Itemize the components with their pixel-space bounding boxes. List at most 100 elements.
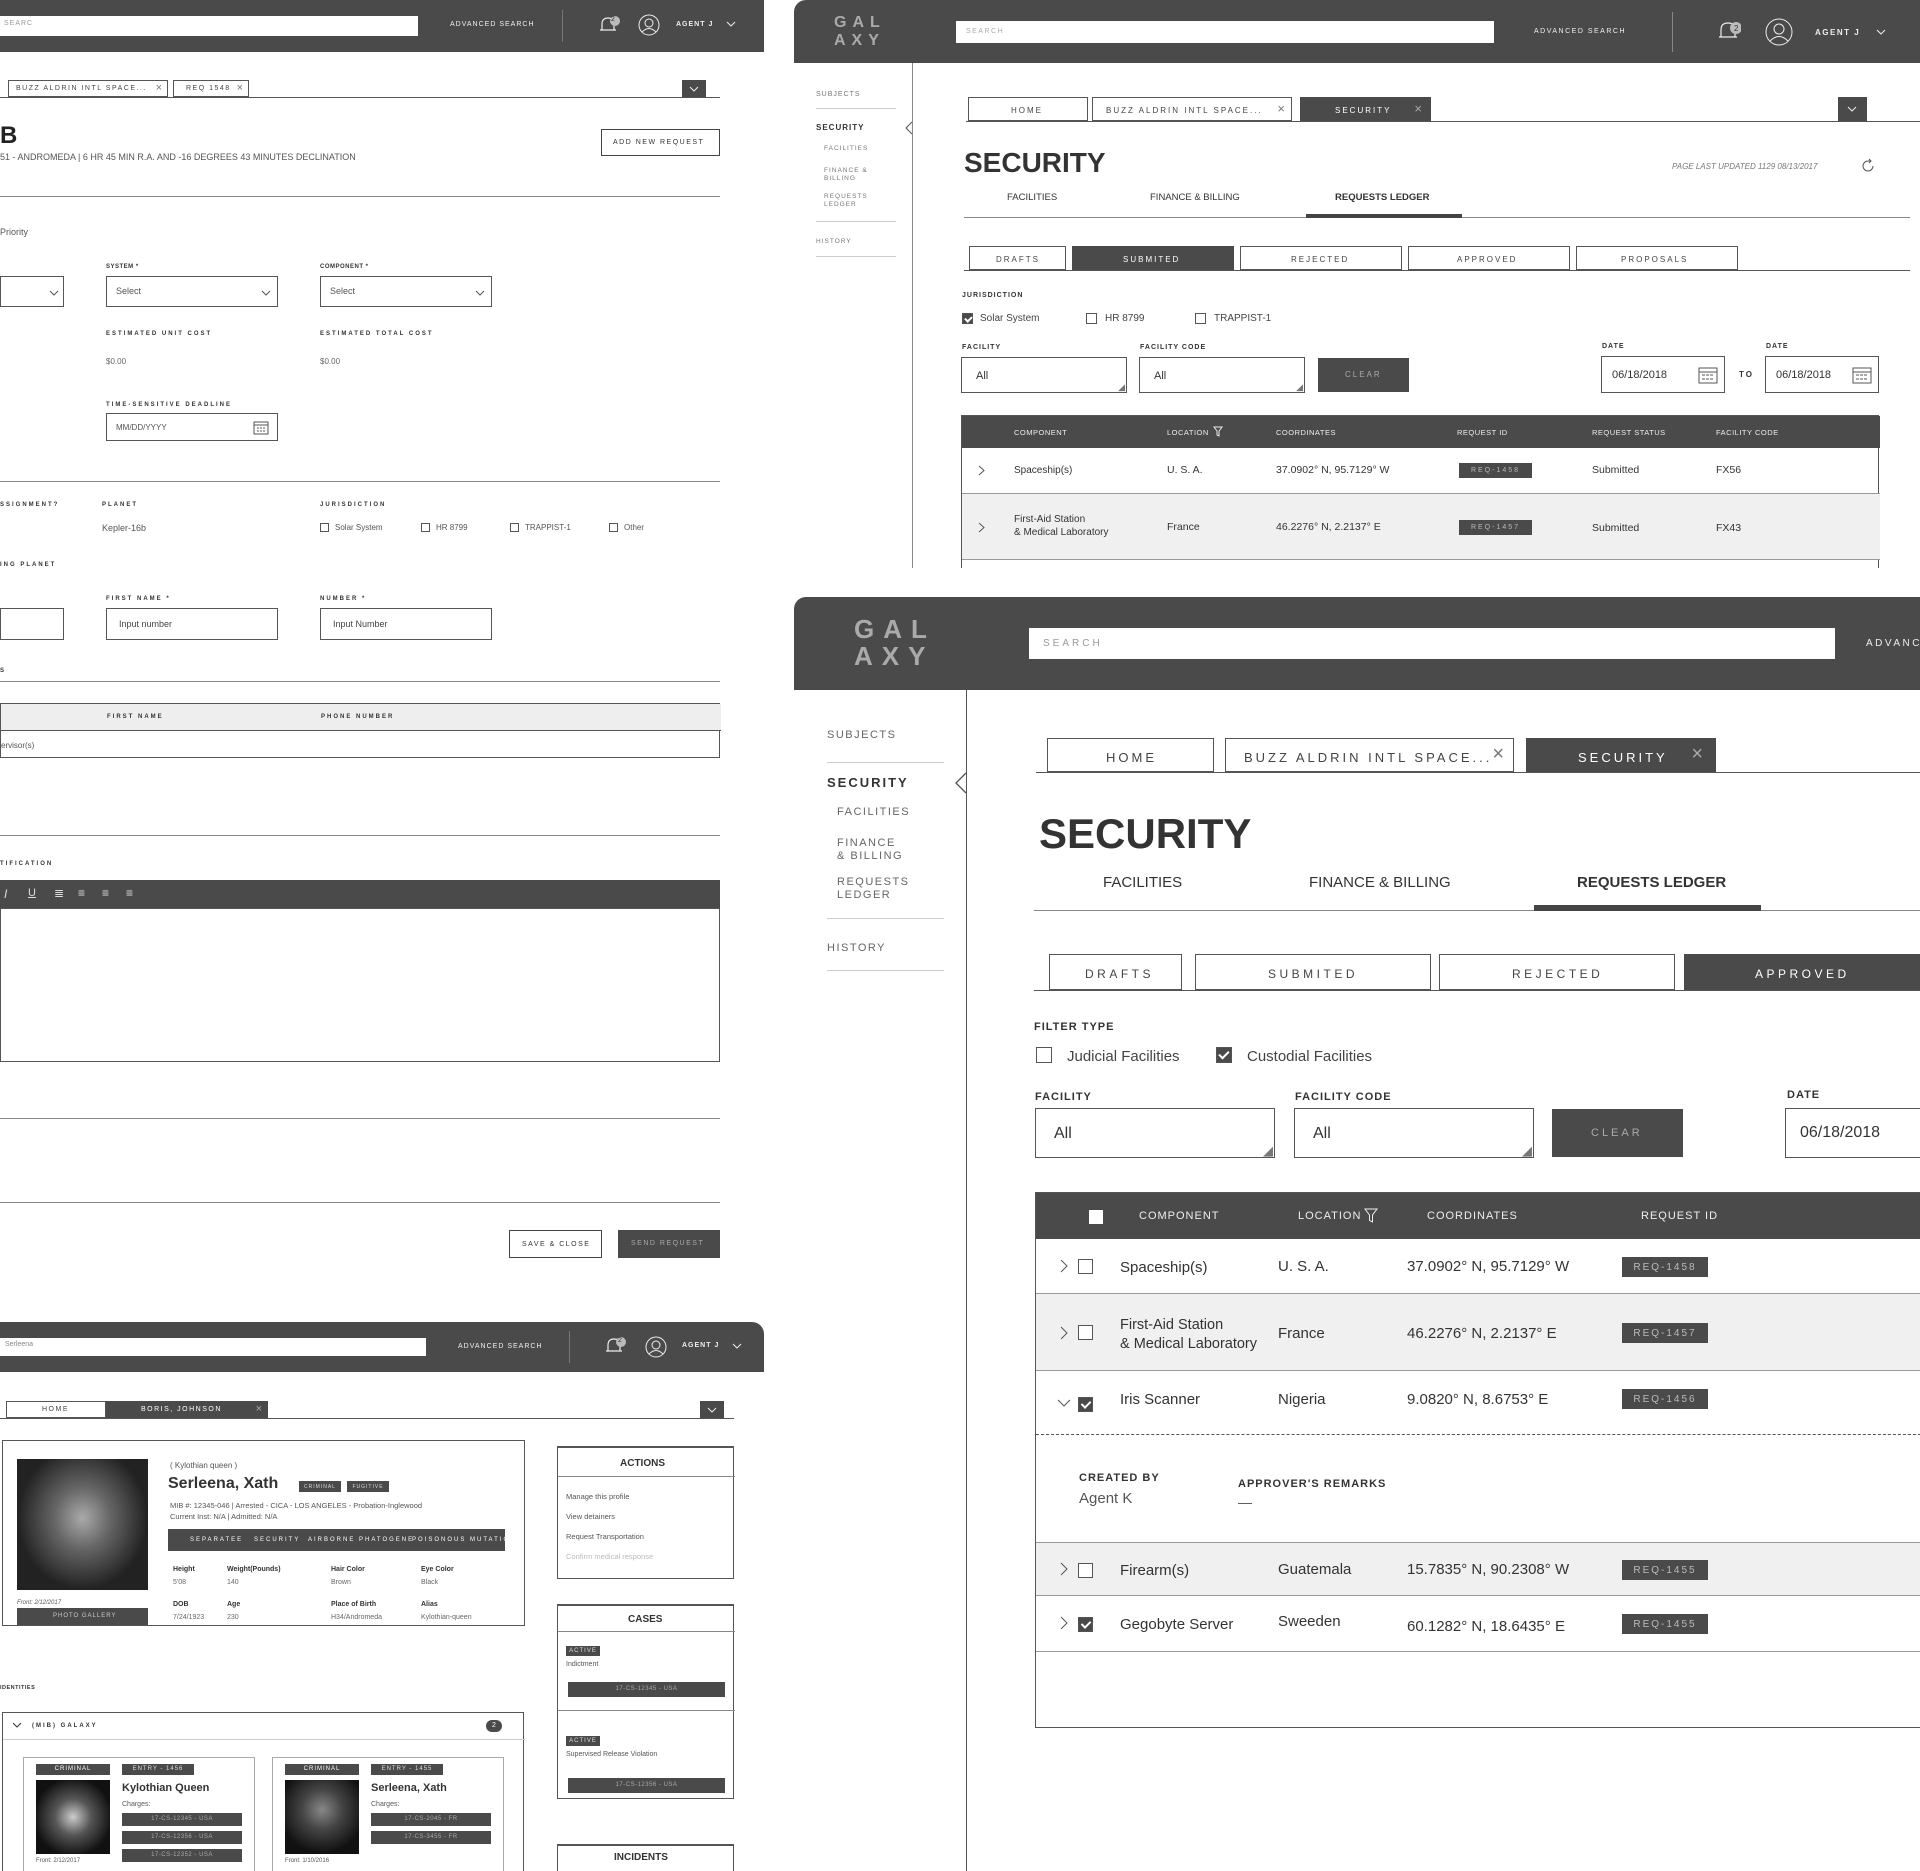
table-row[interactable]: Firearm(s) Guatemala 15.7835° N, 90.2308…: [1036, 1543, 1920, 1596]
save-close-button[interactable]: SAVE & CLOSE: [509, 1230, 602, 1258]
charge-code[interactable]: 17-CS-2045 - FR: [371, 1813, 491, 1826]
chevron-down-icon[interactable]: [12, 1722, 22, 1728]
tab-proposals[interactable]: PROPOSALS: [1576, 246, 1738, 270]
facility-input[interactable]: All ◢: [1035, 1108, 1275, 1158]
align-center-icon[interactable]: ≡: [102, 886, 109, 900]
deadline-input[interactable]: MM/DD/YYYY: [106, 413, 278, 441]
tab-req-1548[interactable]: REQ 1548 ×: [173, 80, 249, 97]
action-request-transport[interactable]: Request Transportation: [566, 1532, 644, 1541]
user-avatar-icon[interactable]: [645, 1336, 667, 1358]
filter-icon[interactable]: [1364, 1208, 1378, 1223]
tab-home[interactable]: HOME: [968, 97, 1088, 121]
calendar-icon[interactable]: [253, 420, 269, 435]
request-id-badge[interactable]: REQ-1458: [1459, 463, 1532, 478]
chevron-down-icon[interactable]: [726, 21, 736, 27]
search-input[interactable]: SEARCH: [1029, 628, 1835, 659]
charge-code[interactable]: 17-CS-12356 - USA: [122, 1831, 242, 1844]
component-select[interactable]: Select: [320, 276, 492, 307]
advanced-search-link[interactable]: ADVANCED SEARCH: [1534, 28, 1626, 35]
chevron-right-icon[interactable]: [1060, 1562, 1068, 1576]
table-row[interactable]: Gegobyte Server Sweeden 60.1282° N, 18.6…: [1036, 1596, 1920, 1652]
bell-icon[interactable]: [604, 1337, 626, 1355]
italic-icon[interactable]: I: [4, 887, 7, 901]
chevron-right-icon[interactable]: [978, 522, 985, 533]
tab-security[interactable]: SECURITY ×: [1300, 97, 1431, 121]
table-row[interactable]: Spaceship(s) U. S. A. 37.0902° N, 95.712…: [1036, 1239, 1920, 1294]
sidebar-item-requests-ledger[interactable]: REQUESTS LEDGER: [837, 876, 917, 902]
date-from-input[interactable]: 06/18/2018: [1601, 356, 1725, 393]
checkbox-hr-8799[interactable]: [421, 523, 430, 532]
sidebar-item-finance[interactable]: FINANCE & BILLING: [824, 167, 874, 183]
row-checkbox[interactable]: [1078, 1325, 1093, 1340]
system-select[interactable]: Select: [106, 276, 278, 307]
tab-overflow-button[interactable]: [682, 80, 706, 97]
case-code[interactable]: 17-CS-12345 - USA: [568, 1682, 725, 1697]
add-new-request-button[interactable]: ADD NEW REQUEST: [601, 129, 720, 156]
advanced-search-link[interactable]: ADVANC: [1866, 638, 1920, 649]
checkbox-custodial-facilities[interactable]: [1216, 1047, 1232, 1063]
search-input[interactable]: SEARCH: [956, 21, 1494, 43]
advanced-search-link[interactable]: ADVANCED SEARCH: [450, 21, 535, 28]
row-checkbox[interactable]: [1078, 1397, 1093, 1412]
checkbox-other[interactable]: [609, 523, 618, 532]
close-icon[interactable]: ×: [1414, 101, 1422, 116]
search-input[interactable]: Serleena: [0, 1338, 426, 1356]
action-confirm-medical[interactable]: Confirm medical response: [566, 1552, 653, 1561]
tab-security[interactable]: SECURITY ×: [1526, 738, 1716, 772]
close-icon[interactable]: ×: [1277, 101, 1285, 116]
sidebar-item-history[interactable]: HISTORY: [816, 238, 852, 245]
request-id-badge[interactable]: REQ-1457: [1622, 1323, 1708, 1343]
table-row[interactable]: First-Aid Station & Medical Laboratory F…: [962, 494, 1880, 560]
priority-select[interactable]: [0, 276, 64, 307]
subtab-requests-ledger[interactable]: REQUESTS LEDGER: [1335, 192, 1430, 203]
tab-submited[interactable]: SUBMITED: [1195, 954, 1431, 990]
clear-button[interactable]: CLEAR: [1318, 358, 1409, 392]
chevron-down-icon[interactable]: [1057, 1399, 1071, 1407]
tab-overflow-button[interactable]: [1838, 97, 1867, 121]
close-icon[interactable]: ×: [256, 1403, 262, 1415]
align-justify-icon[interactable]: ≣: [54, 886, 64, 900]
checkbox-trappist[interactable]: [510, 523, 519, 532]
checkbox-solar-system[interactable]: [320, 523, 329, 532]
checkbox-trappist[interactable]: [1195, 313, 1206, 324]
calendar-icon[interactable]: [1698, 366, 1718, 384]
user-avatar-icon[interactable]: [638, 14, 660, 36]
case-code[interactable]: 17-CS-12356 - USA: [568, 1778, 725, 1793]
planet-input[interactable]: [0, 608, 64, 640]
calendar-icon[interactable]: [1852, 366, 1872, 384]
sidebar-item-finance[interactable]: FINANCE & BILLING: [837, 837, 907, 863]
request-id-badge[interactable]: REQ-1458: [1622, 1257, 1708, 1277]
identity-card[interactable]: CRIMINAL ENTRY - 1456 Front: 2/12/2017 K…: [23, 1757, 255, 1871]
close-icon[interactable]: ×: [1691, 743, 1703, 766]
charge-code[interactable]: 17-CS-12352 - USA: [122, 1849, 242, 1862]
facility-code-input[interactable]: All ◢: [1139, 357, 1305, 393]
subtab-facilities[interactable]: FACILITIES: [1103, 874, 1182, 891]
tab-rejected[interactable]: REJECTED: [1240, 246, 1402, 270]
chevron-down-icon[interactable]: [1876, 29, 1886, 35]
tab-boris-johnson[interactable]: BORIS, JOHNSON ×: [106, 1401, 268, 1418]
sidebar-item-subjects[interactable]: SUBJECTS: [827, 729, 896, 741]
first-name-input[interactable]: Input number: [106, 608, 278, 640]
identity-card[interactable]: CRIMINAL ENTRY - 1455 Front: 1/10/2016 S…: [272, 1757, 504, 1871]
sidebar-item-history[interactable]: HISTORY: [827, 942, 886, 954]
table-row[interactable]: First-Aid Station & Medical Laboratory F…: [1036, 1294, 1920, 1371]
clear-button[interactable]: CLEAR: [1552, 1109, 1683, 1157]
date-input[interactable]: 06/18/2018: [1785, 1108, 1920, 1158]
table-row[interactable]: Spaceship(s) U. S. A. 37.0902° N, 95.712…: [962, 448, 1880, 494]
underline-icon[interactable]: U: [28, 887, 36, 899]
sidebar-item-subjects[interactable]: SUBJECTS: [816, 91, 861, 98]
tab-approved[interactable]: APPROVED: [1408, 246, 1570, 270]
galaxy-logo[interactable]: GAL AXY: [834, 14, 886, 50]
tab-buzz-aldrin[interactable]: BUZZ ALDRIN INTL SPACE... ×: [1092, 97, 1292, 121]
send-request-button[interactable]: SEND REQUEST: [618, 1230, 720, 1258]
request-id-badge[interactable]: REQ-1456: [1622, 1389, 1708, 1409]
subtab-requests-ledger[interactable]: REQUESTS LEDGER: [1577, 874, 1726, 891]
column-header[interactable]: LOCATION: [1298, 1210, 1361, 1222]
sidebar-item-security[interactable]: SECURITY: [827, 775, 909, 790]
justification-textarea[interactable]: [0, 908, 720, 1062]
align-left-icon[interactable]: ≡: [78, 886, 85, 900]
sidebar-item-facilities[interactable]: FACILITIES: [837, 806, 910, 818]
tab-home[interactable]: HOME: [6, 1401, 106, 1418]
chevron-right-icon[interactable]: [1060, 1616, 1068, 1630]
search-input[interactable]: SEARC: [0, 16, 418, 36]
